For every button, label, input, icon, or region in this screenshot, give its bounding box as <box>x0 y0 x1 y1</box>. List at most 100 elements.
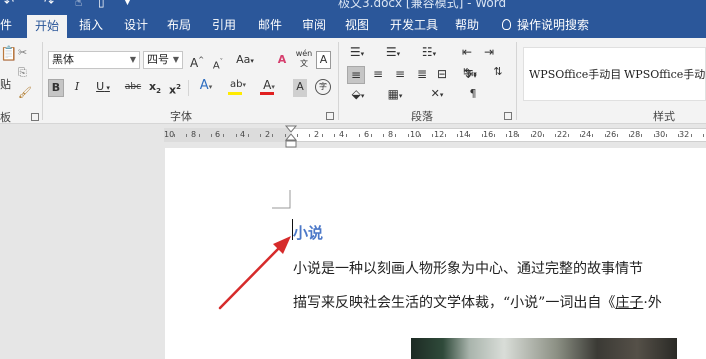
tell-me-search[interactable]: 操作说明搜索 <box>502 12 589 38</box>
ruler-tick <box>395 134 396 137</box>
strikethrough-button[interactable]: abc <box>124 79 142 97</box>
ruler-number: 30 <box>655 130 666 139</box>
highlight-color-bar <box>228 92 242 95</box>
margin-corner-mark <box>272 190 291 209</box>
ruler-tick <box>199 134 200 137</box>
align-center-button[interactable]: ≡ <box>370 66 386 84</box>
asian-typography-button[interactable]: ✕▾ <box>424 86 450 104</box>
ruler-tick <box>236 134 237 137</box>
document-image[interactable] <box>411 338 677 359</box>
grow-font-button[interactable]: A^ <box>190 52 204 70</box>
ruler-tick <box>641 134 642 137</box>
redo-icon[interactable]: ↷ <box>44 0 54 9</box>
clipboard-launcher-icon[interactable] <box>31 113 39 121</box>
multilevel-list-button[interactable]: ☷▾ <box>418 44 440 62</box>
ruler-number: 22 <box>557 130 568 139</box>
sort-button[interactable]: ⇅ <box>490 64 506 82</box>
font-size-value: 四号 <box>147 53 169 66</box>
borders-button[interactable]: ▦▾ <box>384 86 406 104</box>
print-preview-icon[interactable]: ▯ <box>98 0 105 9</box>
char-shading-button[interactable]: A <box>293 79 307 97</box>
format-painter-icon[interactable]: 🖌 <box>18 86 32 99</box>
ruler-tick <box>420 134 421 137</box>
ruler-tick <box>592 134 593 137</box>
paragraph-line[interactable]: 描写来反映社会生活的文学体裁，“小说”一词出自《庄子·外 <box>293 292 662 312</box>
align-right-button[interactable]: ≡ <box>392 66 408 84</box>
red-arrow-icon <box>218 236 291 310</box>
tab-developer[interactable]: 开发工具 <box>390 12 438 38</box>
customize-toolbar-icon[interactable]: ▼ <box>124 0 131 7</box>
divider <box>188 80 189 96</box>
tab-home[interactable]: 开始 <box>27 15 68 38</box>
indent-marker-icon[interactable] <box>283 125 299 149</box>
tab-mailings[interactable]: 邮件 <box>258 12 282 38</box>
ruler-tick <box>174 134 175 137</box>
document-heading[interactable]: 小说 <box>293 222 323 243</box>
paste-icon[interactable]: 📋 <box>0 46 17 62</box>
paragraph-launcher-icon[interactable] <box>504 112 512 120</box>
justify-button[interactable]: ≣ <box>414 66 430 84</box>
line-spacing-button[interactable]: ↕▾ <box>459 66 481 84</box>
ruler-number: 8 <box>388 130 394 139</box>
tab-insert[interactable]: 插入 <box>79 12 103 38</box>
italic-button[interactable]: I <box>71 79 83 97</box>
ruler-number: 6 <box>364 130 370 139</box>
subscript-button[interactable]: x2 <box>148 79 162 97</box>
shrink-font-button[interactable]: Aˇ <box>211 54 225 72</box>
show-marks-button[interactable]: ¶ <box>465 86 481 104</box>
ruler-tick <box>580 134 581 137</box>
font-name-select[interactable]: 黑体 ▼ <box>48 51 140 69</box>
font-group-label: 字体 <box>170 110 192 123</box>
ruler-number: 6 <box>215 130 221 139</box>
distribute-button[interactable]: ⊟ <box>434 66 450 84</box>
paragraph-text: 描写来反映社会生活的文学体裁，“小说”一词出自《 <box>293 295 616 311</box>
group-divider <box>516 42 517 120</box>
save-icon[interactable]: ↶ <box>4 0 14 9</box>
text-effects-button[interactable]: A▾ <box>195 78 217 96</box>
cut-icon[interactable]: ✂ <box>18 46 27 59</box>
ruler-tick <box>629 134 630 137</box>
numbering-button[interactable]: ☰▾ <box>382 44 404 62</box>
ruler-number: 10 <box>164 130 175 139</box>
styles-gallery: WPSOffice手动目 WPSOffice手动目 <box>523 47 706 101</box>
copy-icon[interactable]: ⎘ <box>18 66 27 80</box>
tab-review[interactable]: 审阅 <box>302 12 326 38</box>
ruler-tick <box>482 134 483 137</box>
change-case-button[interactable]: Aa▾ <box>234 52 256 70</box>
char-border-button[interactable]: A <box>316 51 331 69</box>
ruler-number: 16 <box>483 130 494 139</box>
tab-references[interactable]: 引用 <box>212 12 236 38</box>
phonetic-guide-button[interactable]: wén 文 <box>295 49 313 71</box>
tab-layout[interactable]: 布局 <box>167 12 191 38</box>
clear-format-button[interactable]: A <box>274 52 290 70</box>
tab-help[interactable]: 帮助 <box>455 12 479 38</box>
shading-button[interactable]: ⬙▾ <box>347 86 369 104</box>
superscript-button[interactable]: x2 <box>168 79 182 97</box>
book-title-link[interactable]: 庄子 <box>615 295 643 311</box>
tab-file[interactable]: 件 <box>0 12 12 38</box>
bullets-button[interactable]: ☰▾ <box>346 44 368 62</box>
font-launcher-icon[interactable] <box>326 112 334 120</box>
tab-design[interactable]: 设计 <box>124 12 148 38</box>
paragraph-line[interactable]: 小说是一种以刻画人物形象为中心、通过完整的故事情节 <box>293 258 643 278</box>
bold-button[interactable]: B <box>48 79 64 97</box>
touch-mode-icon[interactable]: ☝ <box>75 0 82 9</box>
lightbulb-icon <box>502 19 511 30</box>
style-item[interactable]: WPSOffice手动目 <box>624 66 706 82</box>
align-left-button[interactable]: ≡ <box>347 66 365 84</box>
enclose-char-button[interactable]: 字 <box>315 79 331 95</box>
chevron-down-icon: ▼ <box>172 55 179 64</box>
font-size-select[interactable]: 四号 ▼ <box>143 51 183 69</box>
paste-label[interactable]: 贴 <box>0 76 11 92</box>
increase-indent-button[interactable]: ⇥ <box>481 44 497 62</box>
ruler-tick <box>223 134 224 137</box>
ruler-tick <box>432 134 433 137</box>
ruler-number: 26 <box>606 130 617 139</box>
ruler-tick <box>506 134 507 137</box>
tab-view[interactable]: 视图 <box>345 12 369 38</box>
ruler-number: 2 <box>265 130 271 139</box>
decrease-indent-button[interactable]: ⇤ <box>459 44 475 62</box>
underline-button[interactable]: U ▾ <box>92 79 114 97</box>
ruler-tick <box>494 134 495 137</box>
style-item[interactable]: WPSOffice手动目 <box>529 66 621 82</box>
